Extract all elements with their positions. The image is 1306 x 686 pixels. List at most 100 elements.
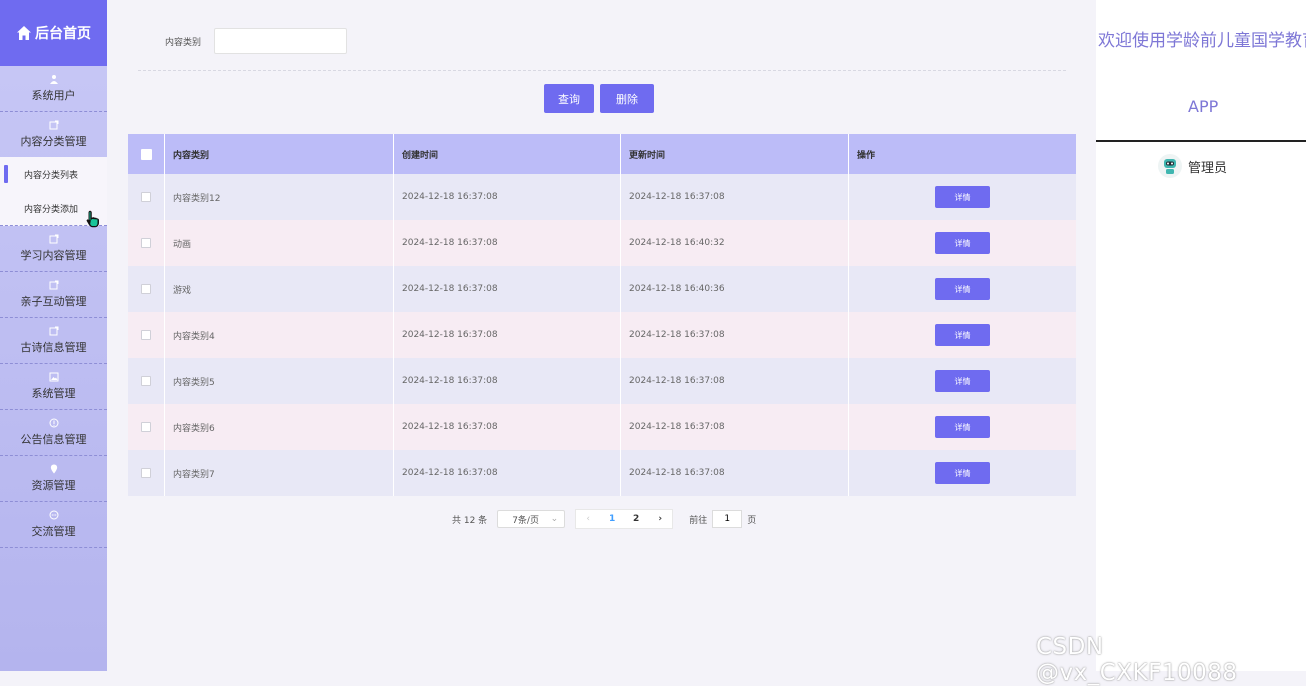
cell-type: 游戏 [165,266,394,312]
search-input[interactable] [214,28,347,54]
table-row: 内容类别5 2024-12-18 16:37:08 2024-12-18 16:… [128,358,1076,404]
edit-icon [49,326,58,336]
cell-updated: 2024-12-18 16:40:36 [621,266,849,312]
query-button[interactable]: 查询 [544,84,594,113]
column-header-operation: 操作 [849,134,1076,174]
sidebar-title: 后台首页 [35,26,91,42]
cell-type: 内容类别4 [165,312,394,358]
picture-icon [49,372,58,382]
cell-updated: 2024-12-18 16:37:08 [621,404,849,450]
watermark-text: CSDN @vx_CXKF10088 [1036,634,1238,686]
cell-operation: 详情 [849,174,1076,220]
detail-button[interactable]: 详情 [935,232,990,254]
info-icon [49,418,58,428]
detail-button[interactable]: 详情 [935,324,990,346]
cell-operation: 详情 [849,450,1076,496]
chevron-down-icon: ⌄ [550,514,559,524]
submenu-item-label: 内容分类列表 [24,170,79,181]
sidebar-item-communication[interactable]: 交流管理 [0,502,107,548]
goto-unit: 页 [747,515,757,526]
row-checkbox[interactable] [141,468,151,478]
sidebar: 后台首页 系统用户 内容分类管理 内容分类列表 内容分类添加 学习内容管理 亲子… [0,0,107,671]
column-header-type[interactable]: 内容类别 [165,134,394,174]
submenu-item-label: 内容分类添加 [24,204,79,215]
cell-updated: 2024-12-18 16:37:08 [621,312,849,358]
row-checkbox[interactable] [141,330,151,340]
right-panel: 欢迎使用学龄前儿童国学教育 APP 管理员 [1096,0,1306,671]
cell-type: 内容类别6 [165,404,394,450]
sidebar-item-label: 交流管理 [31,525,76,538]
row-checkbox-cell [128,312,165,358]
table-row: 内容类别6 2024-12-18 16:37:08 2024-12-18 16:… [128,404,1076,450]
cell-operation: 详情 [849,220,1076,266]
submenu-item-category-list[interactable]: 内容分类列表 [0,157,107,191]
row-checkbox-cell [128,450,165,496]
hand-cursor-icon [86,210,99,228]
page-button-2[interactable]: 2 [624,514,648,524]
table-row: 动画 2024-12-18 16:37:08 2024-12-18 16:40:… [128,220,1076,266]
prev-page-button[interactable]: ‹ [576,514,600,524]
table-row: 内容类别7 2024-12-18 16:37:08 2024-12-18 16:… [128,450,1076,496]
sidebar-item-label: 系统用户 [31,89,76,102]
cell-created: 2024-12-18 16:37:08 [394,220,621,266]
row-checkbox[interactable] [141,284,151,294]
sidebar-item-label: 亲子互动管理 [20,295,87,308]
page-size-value: 7条/页 [512,515,539,526]
sidebar-item-poetry[interactable]: 古诗信息管理 [0,318,107,364]
sidebar-item-label: 古诗信息管理 [20,341,87,354]
row-checkbox-cell [128,266,165,312]
column-header-updated[interactable]: 更新时间 [621,134,849,174]
detail-button[interactable]: 详情 [935,462,990,484]
cell-type: 内容类别5 [165,358,394,404]
detail-button[interactable]: 详情 [935,416,990,438]
row-checkbox[interactable] [141,192,151,202]
sidebar-item-resources[interactable]: 资源管理 [0,456,107,502]
row-checkbox-cell [128,220,165,266]
row-checkbox-cell [128,404,165,450]
table-row: 内容类别4 2024-12-18 16:37:08 2024-12-18 16:… [128,312,1076,358]
sidebar-item-announcement[interactable]: 公告信息管理 [0,410,107,456]
header-checkbox-cell [128,134,165,174]
search-divider [138,70,1066,71]
cell-operation: 详情 [849,404,1076,450]
detail-button[interactable]: 详情 [935,186,990,208]
table-row: 内容类别12 2024-12-18 16:37:08 2024-12-18 16… [128,174,1076,220]
select-all-checkbox[interactable] [140,148,152,160]
edit-icon [49,120,58,130]
row-checkbox[interactable] [141,422,151,432]
goto-page-input[interactable] [712,510,743,528]
pagination-total: 共 12 条 [452,515,488,526]
next-page-button[interactable]: › [648,514,672,524]
edit-icon [49,280,58,290]
cell-operation: 详情 [849,358,1076,404]
cell-created: 2024-12-18 16:37:08 [394,450,621,496]
cell-created: 2024-12-18 16:37:08 [394,358,621,404]
sidebar-item-system[interactable]: 系统管理 [0,364,107,410]
sidebar-home[interactable]: 后台首页 [0,0,107,66]
table-header: 内容类别 创建时间 更新时间 操作 [128,134,1076,174]
delete-button[interactable]: 删除 [600,84,654,113]
row-checkbox-cell [128,174,165,220]
column-header-created[interactable]: 创建时间 [394,134,621,174]
sidebar-item-system-users[interactable]: 系统用户 [0,66,107,112]
user-menu[interactable]: 管理员 [1158,154,1227,178]
home-icon [17,26,31,40]
cell-updated: 2024-12-18 16:40:32 [621,220,849,266]
page-size-select[interactable]: 7条/页 ⌄ [497,510,566,528]
sidebar-item-learning-content[interactable]: 学习内容管理 [0,226,107,272]
cell-operation: 详情 [849,266,1076,312]
row-checkbox[interactable] [141,238,151,248]
sidebar-item-parent-child[interactable]: 亲子互动管理 [0,272,107,318]
pager: ‹ 1 2 › [575,509,674,529]
cell-type: 动画 [165,220,394,266]
welcome-text: 欢迎使用学龄前儿童国学教育 [1098,31,1306,51]
page-button-1[interactable]: 1 [600,514,624,524]
row-checkbox[interactable] [141,376,151,386]
sidebar-item-label: 内容分类管理 [20,135,87,148]
location-icon [50,464,57,474]
detail-button[interactable]: 详情 [935,278,990,300]
detail-button[interactable]: 详情 [935,370,990,392]
app-title: APP [1188,97,1219,116]
cell-updated: 2024-12-18 16:37:08 [621,358,849,404]
sidebar-item-content-category[interactable]: 内容分类管理 [0,112,107,157]
